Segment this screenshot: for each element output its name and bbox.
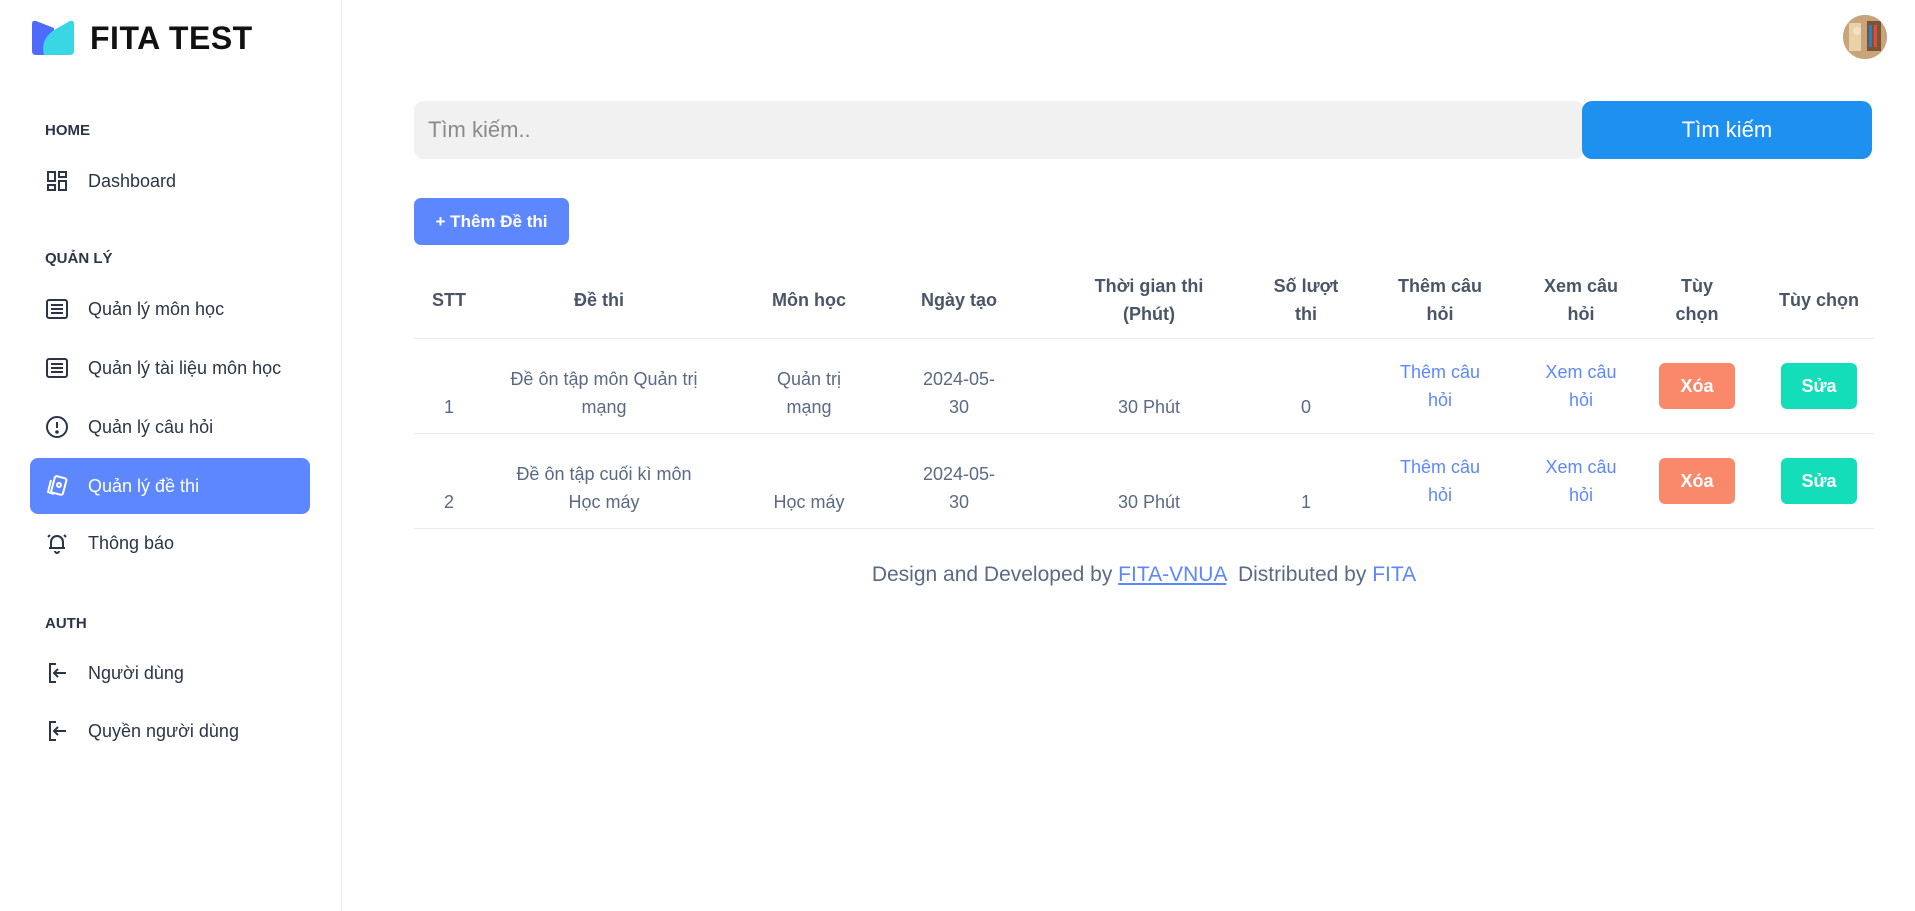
header-view-question: Xem câu hỏi	[1543, 276, 1619, 324]
cell-exam: Đề ôn tập môn Quản trị mạng	[510, 369, 698, 417]
edit-button[interactable]: Sửa	[1781, 458, 1857, 504]
sidebar-item-label: Quản lý tài liệu môn học	[88, 357, 282, 378]
table-row: 2 Đề ôn tập cuối kì môn Học máy Học máy …	[414, 434, 1874, 529]
header-option-edit: Tùy chọn	[1779, 290, 1859, 310]
footer-prefix: Design and Developed by	[871, 563, 1113, 586]
cell-duration: 30 Phút	[1117, 397, 1181, 417]
sidebar-item-label: Quản lý câu hỏi	[88, 416, 214, 437]
login-icon	[44, 660, 70, 686]
bell-icon	[44, 530, 70, 556]
add-question-link[interactable]: Thêm câu hỏi	[1390, 339, 1490, 433]
user-avatar[interactable]	[1843, 15, 1887, 59]
header-created: Ngày tạo	[920, 290, 998, 310]
add-question-link[interactable]: Thêm câu hỏi	[1390, 434, 1490, 528]
search-bar: Tìm kiếm	[414, 101, 1872, 159]
sidebar-item-label: Quyền người dùng	[88, 720, 239, 741]
add-question-link-label[interactable]: Thêm câu hỏi	[1390, 358, 1490, 414]
sidebar-item-subjects[interactable]: Quản lý môn học	[30, 281, 310, 337]
nav-section-auth: AUTH	[45, 615, 87, 632]
sidebar-item-user-permissions[interactable]: Quyền người dùng	[30, 703, 310, 759]
brand-name: FITA TEST	[90, 19, 253, 56]
sidebar: FITA TEST HOME Dashboard QUẢN LÝ Quản lý…	[0, 0, 342, 911]
header-add-question: Thêm câu hỏi	[1397, 276, 1483, 324]
search-button[interactable]: Tìm kiếm	[1582, 101, 1872, 159]
list-icon	[44, 296, 70, 322]
dashboard-icon	[44, 168, 70, 194]
sidebar-item-label: Dashboard	[88, 170, 177, 191]
cell-exam: Đề ôn tập cuối kì môn Học máy	[516, 464, 692, 512]
view-question-link-label[interactable]: Xem câu hỏi	[1536, 358, 1626, 414]
brand[interactable]: FITA TEST	[30, 20, 253, 56]
brand-logo-icon	[32, 20, 74, 55]
login-icon	[44, 718, 70, 744]
cell-subject: Học máy	[773, 492, 845, 512]
sidebar-item-questions[interactable]: Quản lý câu hỏi	[30, 399, 310, 455]
cell-attempts: 1	[1300, 492, 1311, 512]
nav-section-manage: QUẢN LÝ	[45, 250, 113, 267]
view-question-link[interactable]: Xem câu hỏi	[1536, 434, 1626, 528]
footer-middle: Distributed by	[1237, 563, 1367, 586]
sidebar-item-documents[interactable]: Quản lý tài liệu môn học	[30, 340, 310, 396]
sidebar-item-users[interactable]: Người dùng	[30, 645, 310, 701]
footer-link-fita-vnua[interactable]: FITA-VNUA	[1118, 563, 1226, 586]
view-question-link[interactable]: Xem câu hỏi	[1536, 339, 1626, 433]
sidebar-item-label: Người dùng	[88, 662, 184, 683]
cards-icon	[44, 473, 70, 499]
search-input[interactable]	[414, 101, 1584, 159]
app-root: FITA TEST HOME Dashboard QUẢN LÝ Quản lý…	[0, 0, 1915, 911]
sidebar-item-label: Quản lý môn học	[88, 298, 225, 319]
cell-created: 2024-05-30	[922, 369, 996, 417]
header-option-delete: Tùy chọn	[1675, 276, 1719, 324]
header-duration: Thời gian thi (Phút)	[1094, 276, 1204, 324]
footer-link-fita[interactable]: FITA	[1372, 563, 1416, 586]
add-exam-button[interactable]: + Thêm Đề thi	[414, 198, 569, 245]
cell-subject: Quản trị mạng	[776, 369, 842, 417]
list-icon	[44, 355, 70, 381]
cell-created: 2024-05-30	[922, 464, 996, 512]
footer: Design and Developed by FITA-VNUA Distri…	[414, 563, 1874, 587]
cell-stt: 2	[443, 492, 454, 512]
alert-circle-icon	[44, 414, 70, 440]
header-subject: Môn học	[772, 290, 846, 310]
cell-stt: 1	[443, 397, 454, 417]
exam-table: STT Đề thi Môn học Ngày tạo Thời gian th…	[414, 258, 1874, 529]
sidebar-item-exams[interactable]: Quản lý đề thi	[30, 458, 310, 514]
delete-button[interactable]: Xóa	[1659, 458, 1735, 504]
nav-section-home: HOME	[45, 122, 90, 139]
add-question-link-label[interactable]: Thêm câu hỏi	[1390, 453, 1490, 509]
delete-button[interactable]: Xóa	[1659, 363, 1735, 409]
view-question-link-label[interactable]: Xem câu hỏi	[1536, 453, 1626, 509]
table-header-row: STT Đề thi Môn học Ngày tạo Thời gian th…	[414, 258, 1874, 339]
table-row: 1 Đề ôn tập môn Quản trị mạng Quản trị m…	[414, 339, 1874, 434]
header-stt: STT	[432, 290, 466, 310]
cell-duration: 30 Phút	[1117, 492, 1181, 512]
cell-attempts: 0	[1300, 397, 1311, 417]
sidebar-item-label: Quản lý đề thi	[88, 475, 200, 496]
avatar-image	[1843, 15, 1887, 59]
sidebar-item-notifications[interactable]: Thông báo	[30, 515, 310, 571]
sidebar-item-dashboard[interactable]: Dashboard	[30, 153, 310, 209]
edit-button[interactable]: Sửa	[1781, 363, 1857, 409]
header-exam: Đề thi	[573, 290, 624, 310]
sidebar-item-label: Thông báo	[88, 532, 175, 553]
header-attempts: Số lượt thi	[1273, 276, 1339, 324]
